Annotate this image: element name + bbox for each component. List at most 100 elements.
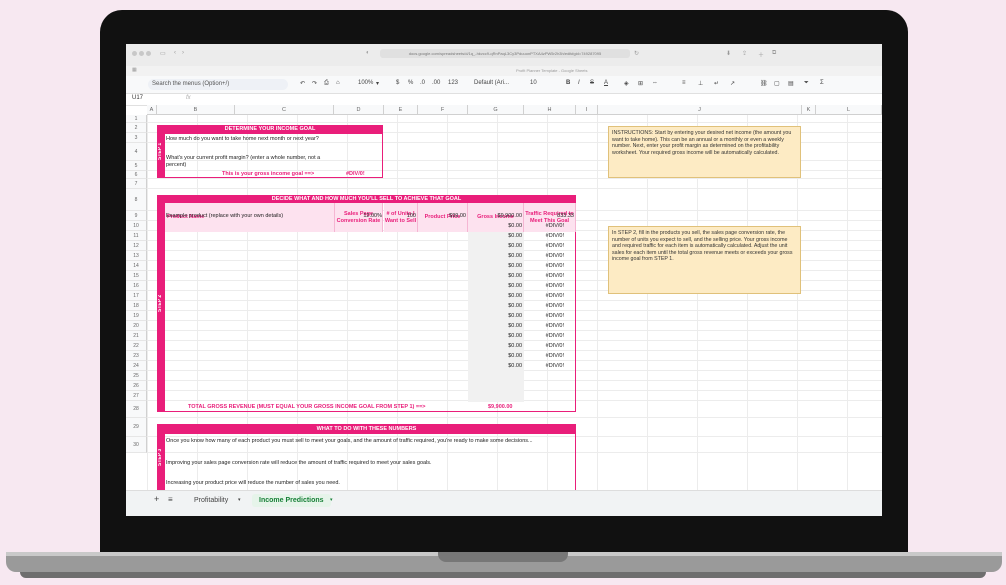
row-header[interactable]: 12 <box>126 241 147 251</box>
row-header[interactable]: 7 <box>126 179 147 189</box>
row-header[interactable]: 9 <box>126 211 147 221</box>
gross-income-cell[interactable]: $0.00 <box>468 253 522 259</box>
new-tab-icon[interactable]: ＋ <box>758 50 764 59</box>
gross-income-cell[interactable]: $0.00 <box>468 263 522 269</box>
reload-icon[interactable]: ↻ <box>634 50 639 57</box>
font-select[interactable]: Default (Ari... <box>474 80 509 86</box>
row-header[interactable]: 20 <box>126 321 147 331</box>
paint-format-icon[interactable]: ⌂ <box>336 80 340 86</box>
row-header[interactable]: 30 <box>126 437 147 453</box>
borders-icon[interactable]: ⊞ <box>638 80 643 87</box>
row-header[interactable]: 16 <box>126 281 147 291</box>
row-header[interactable]: 3 <box>126 133 147 143</box>
row-header[interactable]: 23 <box>126 351 147 361</box>
gross-income-cell[interactable]: $0.00 <box>468 323 522 329</box>
comment-icon[interactable]: ▢ <box>774 80 780 87</box>
sidebar-icon[interactable]: ▭ <box>160 50 166 57</box>
column-header[interactable]: A <box>147 105 157 115</box>
price-cell[interactable]: $99.00 <box>418 213 466 219</box>
traffic-cell[interactable]: #DIV/0! <box>524 343 564 349</box>
traffic-cell[interactable]: #DIV/0! <box>524 353 564 359</box>
gross-income-cell[interactable]: $0.00 <box>468 343 522 349</box>
text-wrap-icon[interactable]: ↵ <box>714 80 719 87</box>
traffic-cell[interactable]: #DIV/0! <box>524 323 564 329</box>
text-rotate-icon[interactable]: ↗ <box>730 80 735 87</box>
gross-income-cell[interactable]: $0.00 <box>468 353 522 359</box>
link-icon[interactable]: ⛓ <box>760 80 768 87</box>
bold-button[interactable]: B <box>566 80 570 86</box>
gross-income-cell[interactable]: $0.00 <box>468 363 522 369</box>
row-header[interactable]: 19 <box>126 311 147 321</box>
filter-icon[interactable]: ⏷ <box>804 80 809 87</box>
column-header[interactable]: L <box>816 105 882 115</box>
font-size-input[interactable]: 10 <box>530 80 537 86</box>
units-cell[interactable]: 100 <box>384 213 416 219</box>
column-header[interactable]: J <box>598 105 802 115</box>
print-icon[interactable]: ⎙ <box>324 80 329 87</box>
row-header[interactable]: 24 <box>126 361 147 371</box>
row-header[interactable]: 8 <box>126 189 147 211</box>
chevron-down-icon[interactable]: ▾ <box>330 497 333 503</box>
vertical-align-icon[interactable]: ⊥ <box>698 80 703 87</box>
redo-icon[interactable]: ↷ <box>312 80 317 87</box>
traffic-cell[interactable]: #DIV/0! <box>524 313 564 319</box>
maximize-dot[interactable] <box>146 51 151 56</box>
traffic-cell[interactable]: #DIV/0! <box>524 303 564 309</box>
column-header[interactable]: G <box>468 105 524 115</box>
row-header[interactable]: 15 <box>126 271 147 281</box>
column-header[interactable]: E <box>384 105 418 115</box>
traffic-cell[interactable]: #DIV/0! <box>524 263 564 269</box>
tabs-icon[interactable]: ⧉ <box>772 50 776 57</box>
increase-decimal-button[interactable]: .00 <box>432 80 440 86</box>
url-bar[interactable]: docs.google.com/spreadsheets/d/1q_-hkvcc… <box>380 49 630 58</box>
row-header[interactable]: 4 <box>126 143 147 161</box>
row-header[interactable]: 13 <box>126 251 147 261</box>
traffic-cell[interactable]: #DIV/0! <box>524 253 564 259</box>
functions-icon[interactable]: Σ <box>820 80 824 86</box>
traffic-cell[interactable]: #DIV/0! <box>524 283 564 289</box>
row-header[interactable]: 18 <box>126 301 147 311</box>
row-header[interactable]: 1 <box>126 115 147 123</box>
text-color-button[interactable]: A <box>604 80 608 86</box>
gross-income-cell[interactable]: $0.00 <box>468 303 522 309</box>
menu-search-input[interactable]: Search the menus (Option+/) <box>148 79 288 90</box>
column-header[interactable]: C <box>235 105 334 115</box>
traffic-cell[interactable]: #DIV/0! <box>524 333 564 339</box>
traffic-cell[interactable]: #DIV/0! <box>524 293 564 299</box>
fill-color-icon[interactable]: ◈ <box>624 80 629 87</box>
row-header[interactable]: 11 <box>126 231 147 241</box>
column-header[interactable]: F <box>418 105 468 115</box>
tab-income-predictions[interactable]: Income Predictions <box>252 494 331 507</box>
more-formats-button[interactable]: 123 <box>448 80 458 86</box>
undo-icon[interactable]: ↶ <box>300 80 305 87</box>
add-sheet-button[interactable]: + <box>154 494 159 504</box>
percent-button[interactable]: % <box>408 80 413 86</box>
row-header[interactable]: 2 <box>126 123 147 133</box>
row-header[interactable]: 10 <box>126 221 147 231</box>
gross-income-cell[interactable]: $0.00 <box>468 283 522 289</box>
chart-icon[interactable]: ▤ <box>788 80 794 87</box>
gross-income-cell[interactable]: $0.00 <box>468 333 522 339</box>
step2-total-value[interactable]: $9,900.00 <box>488 404 512 410</box>
row-header[interactable]: 27 <box>126 391 147 401</box>
row-header[interactable]: 22 <box>126 341 147 351</box>
close-dot[interactable] <box>132 51 137 56</box>
row-header[interactable]: 21 <box>126 331 147 341</box>
strikethrough-button[interactable]: S <box>590 80 594 86</box>
name-box[interactable]: U17 <box>132 95 143 101</box>
conversion-rate-cell[interactable]: 12.00% <box>335 213 382 219</box>
row-header[interactable]: 6 <box>126 171 147 179</box>
gross-income-cell[interactable]: $0.00 <box>468 223 522 229</box>
column-header[interactable]: I <box>576 105 598 115</box>
gross-income-cell[interactable]: $0.00 <box>468 273 522 279</box>
forward-icon[interactable]: › <box>182 50 184 56</box>
minimize-dot[interactable] <box>139 51 144 56</box>
row-header[interactable]: 17 <box>126 291 147 301</box>
traffic-cell[interactable]: #DIV/0! <box>524 363 564 369</box>
download-icon[interactable]: ⬇ <box>726 50 731 57</box>
row-header[interactable]: 26 <box>126 381 147 391</box>
zoom-select[interactable]: 100% <box>358 80 373 86</box>
column-header[interactable]: H <box>524 105 576 115</box>
chevron-down-icon[interactable]: ▾ <box>238 497 241 503</box>
step1-goal-value[interactable]: #DIV/0! <box>346 171 365 177</box>
